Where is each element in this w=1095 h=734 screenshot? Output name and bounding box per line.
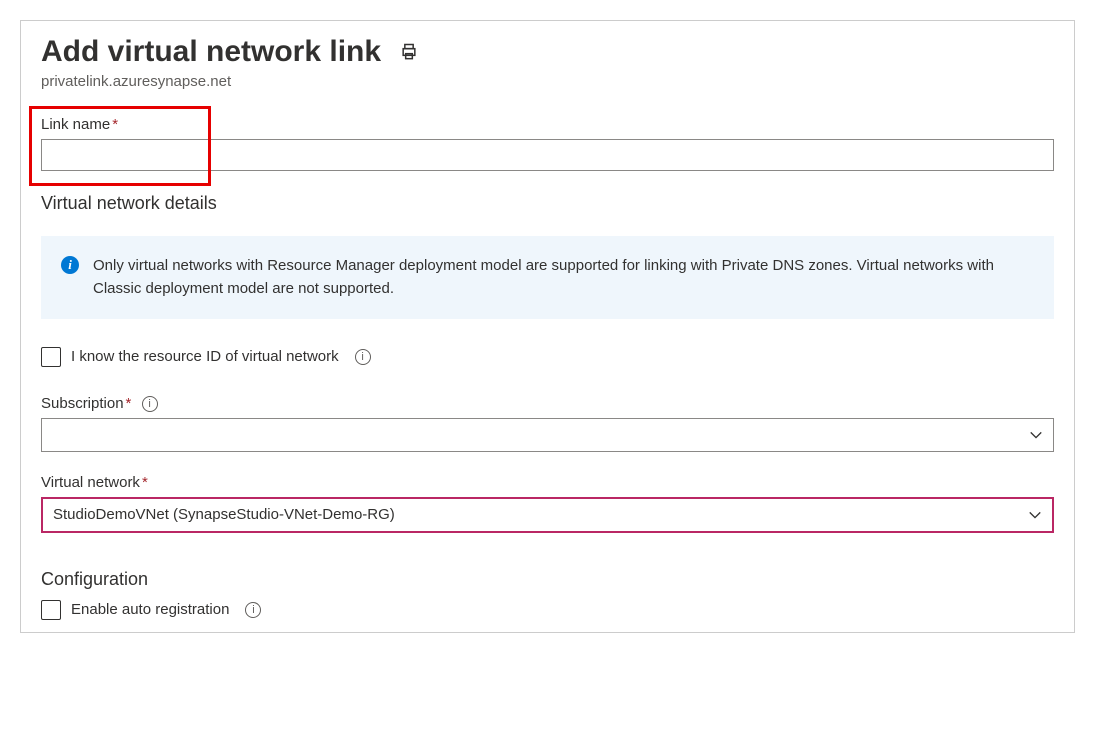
help-icon[interactable]: i [245,602,261,618]
chevron-down-icon [1028,508,1042,522]
subscription-label: Subscription* i [41,395,1054,412]
link-name-label: Link name* [41,116,1054,133]
virtual-network-value: StudioDemoVNet (SynapseStudio-VNet-Demo-… [53,506,395,523]
help-icon[interactable]: i [142,396,158,412]
help-icon[interactable]: i [355,349,371,365]
vnet-details-heading: Virtual network details [41,193,1054,214]
info-banner-text: Only virtual networks with Resource Mana… [93,254,1034,301]
page-subtitle: privatelink.azuresynapse.net [21,73,1074,116]
configuration-heading: Configuration [41,569,1054,590]
know-resource-id-checkbox[interactable] [41,347,61,367]
print-icon[interactable] [399,42,419,62]
virtual-network-select[interactable]: StudioDemoVNet (SynapseStudio-VNet-Demo-… [41,497,1054,533]
info-icon: i [61,256,79,274]
chevron-down-icon [1029,428,1043,442]
required-indicator: * [142,474,148,491]
subscription-select[interactable] [41,418,1054,452]
info-banner: i Only virtual networks with Resource Ma… [41,236,1054,319]
link-name-input[interactable] [41,139,1054,171]
enable-auto-reg-label: Enable auto registration [71,601,229,618]
virtual-network-label: Virtual network* [41,474,1054,491]
know-resource-id-label: I know the resource ID of virtual networ… [71,348,339,365]
required-indicator: * [126,395,132,412]
required-indicator: * [112,116,118,133]
enable-auto-reg-checkbox[interactable] [41,600,61,620]
page-title: Add virtual network link [41,35,381,69]
